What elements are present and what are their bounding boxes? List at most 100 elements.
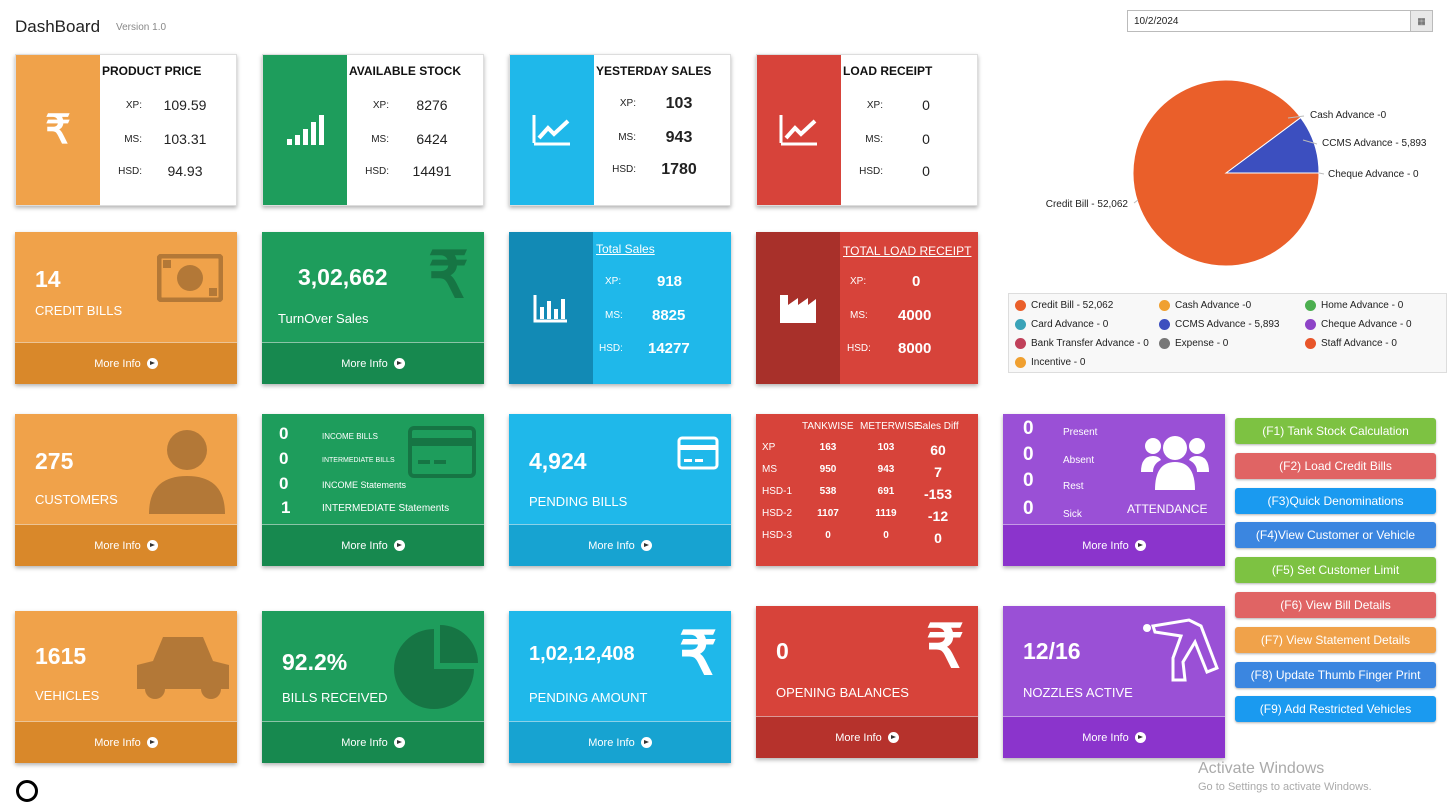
vehicles-card[interactable]: 1615 VEHICLES More Info (15, 611, 237, 763)
arrow-circle-icon (146, 358, 158, 369)
date-value[interactable]: 10/2/2024 (1134, 16, 1179, 27)
credit-bills-more-info[interactable]: More Info (15, 342, 237, 384)
total-sales-title[interactable]: Total Sales (596, 242, 655, 256)
users-group-icon (1141, 436, 1209, 490)
ysales-row-ms: MS: 943 (618, 129, 693, 146)
total-load-receipt-title[interactable]: TOTAL LOAD RECEIPT (843, 244, 971, 258)
product-price-title: PRODUCT PRICE (102, 64, 202, 78)
turnover-more-info[interactable]: More Info (262, 342, 484, 384)
legend-item[interactable]: Expense - 0 (1159, 338, 1228, 349)
income-more-info[interactable]: More Info (262, 524, 484, 566)
function-key-button[interactable]: (F4)View Customer or Vehicle (1235, 522, 1436, 549)
watermark-subtitle: Go to Settings to activate Windows. (1198, 781, 1372, 793)
legend-item[interactable]: Cash Advance -0 (1159, 300, 1251, 311)
customers-card[interactable]: 275 CUSTOMERS More Info (15, 414, 237, 566)
sales-diff-header: Sales Diff (916, 421, 959, 432)
opening-balances-more-info[interactable]: More Info (756, 716, 978, 758)
function-key-button[interactable]: (F1) Tank Stock Calculation (1235, 418, 1436, 444)
nozzles-card[interactable]: 12/16 NOZZLES ACTIVE More Info (1003, 606, 1225, 758)
credit-bills-card[interactable]: 14 CREDIT BILLS More Info (15, 232, 237, 384)
pending-bills-more-info[interactable]: More Info (509, 524, 731, 566)
price-row-ms: MS: 103.31 (124, 131, 207, 147)
fuel-nozzle-icon (1143, 618, 1219, 682)
customers-count: 275 (35, 448, 74, 474)
tank-name: HSD-2 (762, 508, 793, 519)
legend-item[interactable]: Credit Bill - 52,062 (1015, 300, 1113, 311)
function-key-button[interactable]: (F9) Add Restricted Vehicles (1235, 696, 1436, 723)
turnover-card[interactable]: 3,02,662 TurnOver Sales ₹ More Info (262, 232, 484, 384)
load-receipt-title: LOAD RECEIPT (843, 64, 933, 78)
tankwise-card: TANKWISE METERWISE Sales Diff XP 163 103 60… (756, 414, 978, 566)
legend-item[interactable]: Incentive - 0 (1015, 357, 1085, 368)
tank-value: -12 (927, 508, 949, 524)
arrow-circle-icon (1134, 732, 1146, 743)
absent-label: Absent (1063, 455, 1095, 466)
page-title: DashBoard (15, 17, 101, 36)
tank-value: 691 (877, 486, 895, 497)
opening-balances-card[interactable]: 0 OPENING BALANCES ₹ More Info (756, 606, 978, 758)
credit-bills-label: CREDIT BILLS (35, 303, 123, 318)
tank-name: HSD-3 (762, 530, 793, 541)
tank-value: -153 (923, 486, 953, 502)
bills-received-card[interactable]: 92.2% BILLS RECEIVED More Info (262, 611, 484, 763)
function-key-button[interactable]: (F2) Load Credit Bills (1235, 452, 1436, 479)
ysales-row-xp: XP: 103 (619, 95, 693, 112)
intermediate-bills-label: INTERMEDIATE BILLS (322, 457, 395, 464)
money-bill-icon (157, 254, 223, 302)
income-bills-count: 0 (279, 424, 289, 443)
pending-amount-more-info[interactable]: More Info (509, 721, 731, 763)
customers-more-info[interactable]: More Info (15, 524, 237, 566)
absent-count: 0 (1023, 444, 1034, 465)
present-label: Present (1063, 427, 1098, 438)
rest-count: 0 (1023, 470, 1034, 491)
present-count: 0 (1023, 418, 1034, 439)
calendar-icon[interactable]: ▦ (1410, 11, 1432, 31)
function-key-button[interactable]: (F6) View Bill Details (1235, 592, 1436, 618)
vehicles-more-info[interactable]: More Info (15, 721, 237, 763)
attendance-card[interactable]: 0 Present 0 Absent 0 Rest 0 Sick ATTENDA… (1003, 414, 1225, 566)
income-bills-label: INCOME BILLS (322, 432, 379, 441)
available-stock-title: AVAILABLE STOCK (349, 64, 462, 78)
factory-icon (756, 232, 840, 384)
legend-item[interactable]: Bank Transfer Advance - 0 (1015, 338, 1149, 349)
tank-value: 538 (819, 486, 837, 497)
arrow-circle-icon (393, 540, 405, 551)
pending-amount-label: PENDING AMOUNT (529, 690, 648, 705)
income-card[interactable]: 0 INCOME BILLS 0 INTERMEDIATE BILLS 0 IN… (262, 414, 484, 566)
bills-received-more-info[interactable]: More Info (262, 721, 484, 763)
legend-item[interactable]: Staff Advance - 0 (1305, 338, 1397, 349)
opening-balances-value: 0 (776, 638, 789, 664)
nozzles-more-info[interactable]: More Info (1003, 716, 1225, 758)
tank-value: 943 (877, 464, 895, 475)
legend-item[interactable]: CCMS Advance - 5,893 (1159, 319, 1280, 330)
date-picker[interactable]: 10/2/2024 ▦ (1127, 10, 1433, 32)
tank-name: HSD-1 (762, 486, 793, 497)
advance-pie-chart: Cash Advance -0 CCMS Advance - 5,893 Chequ… (1046, 79, 1427, 267)
tank-value: 0 (883, 530, 889, 541)
pie-label: Credit Bill - 52,062 (1046, 199, 1129, 210)
ts-hsd-value: 14277 (648, 340, 690, 357)
function-key-button[interactable]: (F5) Set Customer Limit (1235, 557, 1436, 584)
function-key-button[interactable]: (F7) View Statement Details (1235, 626, 1436, 653)
customers-label: CUSTOMERS (35, 492, 118, 507)
legend-item[interactable]: Card Advance - 0 (1015, 319, 1108, 330)
pending-amount-value: 1,02,12,408 (529, 643, 635, 665)
function-key-button[interactable]: (F8) Update Thumb Finger Print (1235, 661, 1436, 688)
arrow-circle-icon (887, 732, 899, 743)
pending-bills-card[interactable]: 4,924 PENDING BILLS More Info (509, 414, 731, 566)
income-statements-count: 0 (279, 474, 289, 493)
pending-amount-card[interactable]: 1,02,12,408 PENDING AMOUNT ₹ More Info (509, 611, 731, 763)
nozzles-label: NOZZLES ACTIVE (1023, 685, 1133, 700)
function-key-button[interactable]: (F3)Quick Denominations (1235, 487, 1436, 514)
arrow-circle-icon (393, 737, 405, 748)
trend-up-icon (510, 55, 594, 205)
legend-item[interactable]: Cheque Advance - 0 (1305, 319, 1412, 330)
arrow-circle-icon (640, 737, 652, 748)
turnover-value: 3,02,662 (298, 264, 388, 290)
tank-value: 1107 (817, 508, 839, 519)
ts-hsd-label: HSD: (599, 343, 623, 354)
attendance-more-info[interactable]: More Info (1003, 524, 1225, 566)
tank-value: 60 (930, 442, 946, 458)
price-row-hsd: HSD: 94.93 (118, 163, 203, 179)
legend-item[interactable]: Home Advance - 0 (1305, 300, 1403, 311)
